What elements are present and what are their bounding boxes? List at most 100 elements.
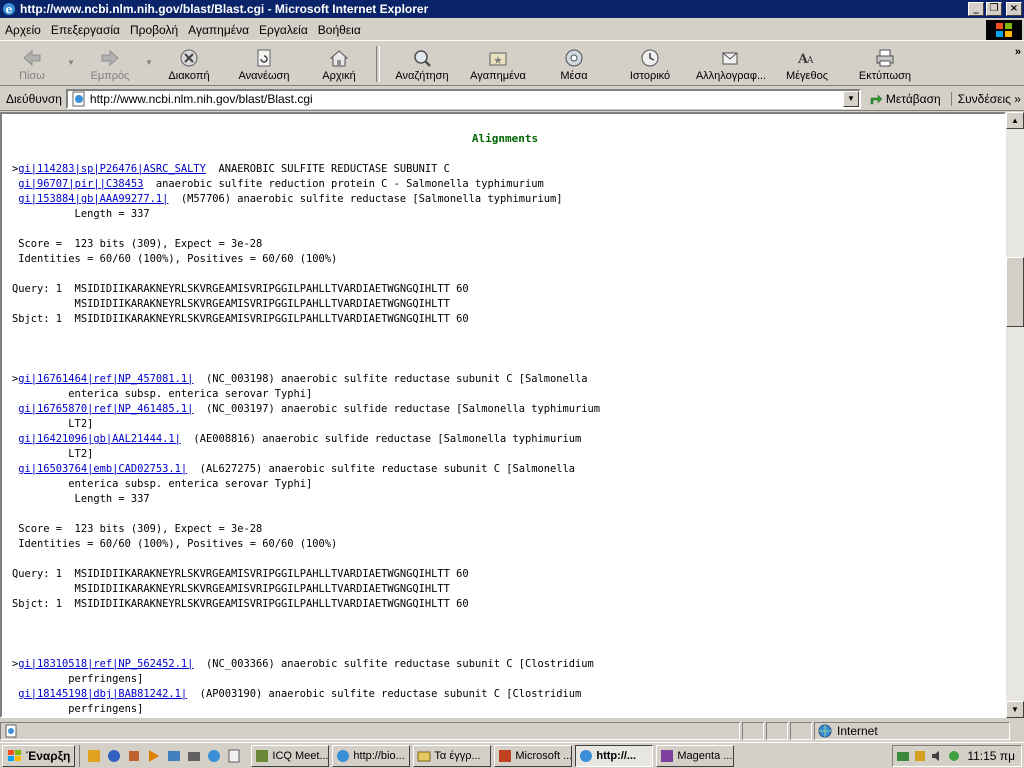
favorites-button[interactable]: Αγαπημένα <box>460 42 536 86</box>
start-button[interactable]: Έναρξη <box>2 744 76 767</box>
hit-link[interactable]: gi|18145198|dbj|BAB81242.1| <box>18 688 187 700</box>
print-button[interactable]: Εκτύπωση <box>840 42 930 86</box>
address-bar: Διεύθυνση http://www.ncbi.nlm.nih.gov/bl… <box>0 87 1024 111</box>
quicklaunch-icon[interactable] <box>106 748 122 764</box>
quicklaunch-icon[interactable] <box>226 748 242 764</box>
taskbar-item[interactable]: http://bio... <box>332 744 411 767</box>
folder-icon <box>417 751 431 761</box>
close-button[interactable]: × <box>1006 2 1022 16</box>
toolbar-chevron-icon[interactable]: » <box>1015 46 1021 58</box>
links-button[interactable]: Συνδέσεις » <box>950 91 1021 106</box>
home-button[interactable]: Αρχική <box>306 42 372 86</box>
hit-link[interactable]: gi|16761464|ref|NP_457081.1| <box>18 373 193 385</box>
menu-favorites[interactable]: Αγαπημένα <box>183 23 254 37</box>
stop-icon <box>180 49 198 67</box>
status-cell <box>742 722 764 740</box>
forward-dropdown-icon[interactable]: ▼ <box>142 42 156 67</box>
address-input[interactable]: http://www.ncbi.nlm.nih.gov/blast/Blast.… <box>65 88 861 109</box>
page-icon <box>72 91 85 106</box>
hit-link[interactable]: gi|96707|pir||C38453 <box>18 178 143 190</box>
text-size-button[interactable]: AA Μέγεθος <box>774 42 840 86</box>
status-bar: Internet <box>0 720 1024 742</box>
mail-button[interactable]: Αλληλογραφ... <box>688 42 774 86</box>
history-button[interactable]: Ιστορικό <box>612 42 688 86</box>
vertical-scrollbar[interactable]: ▲ ▼ <box>1006 112 1024 718</box>
media-icon <box>565 49 583 67</box>
app-icon <box>661 749 674 762</box>
alignment-2: >gi|16761464|ref|NP_457081.1| (NC_003198… <box>12 373 601 610</box>
windows-flag-icon <box>8 749 21 761</box>
quicklaunch-icon[interactable] <box>186 748 202 764</box>
window-title: http://www.ncbi.nlm.nih.gov/blast/Blast.… <box>20 2 429 16</box>
go-button[interactable]: Μετάβαση <box>869 92 941 106</box>
hit-link[interactable]: gi|153884|gb|AAA99277.1| <box>18 193 168 205</box>
toolbar: Πίσω ▼ Εμπρός ▼ Διακοπή Ανανέωση Αρχική … <box>0 42 1024 86</box>
search-button[interactable]: Αναζήτηση <box>384 42 460 86</box>
refresh-button[interactable]: Ανανέωση <box>222 42 306 86</box>
restore-button[interactable]: ❐ <box>986 2 1002 16</box>
status-cell <box>766 722 788 740</box>
back-button[interactable]: Πίσω <box>0 42 64 86</box>
app-icon <box>499 749 512 762</box>
hit-link[interactable]: gi|18310518|ref|NP_562452.1| <box>18 658 193 670</box>
toolbar-separator <box>376 46 380 82</box>
tray-icon[interactable] <box>913 749 927 763</box>
quicklaunch-icon[interactable] <box>86 748 102 764</box>
address-value: http://www.ncbi.nlm.nih.gov/blast/Blast.… <box>89 91 313 106</box>
taskbar-item[interactable]: ICQ Meet... <box>251 744 330 767</box>
menu-tools[interactable]: Εργαλεία <box>254 23 313 37</box>
menu-help[interactable]: Βοήθεια <box>313 23 366 37</box>
system-tray: 11:15 πμ <box>892 745 1022 767</box>
menu-view[interactable]: Προβολή <box>125 23 183 37</box>
svg-text:A: A <box>806 56 814 66</box>
quicklaunch-icon[interactable] <box>166 748 182 764</box>
alignments-heading: Alignments <box>471 132 539 145</box>
scroll-down-icon[interactable]: ▼ <box>1006 701 1024 718</box>
svg-text:e: e <box>6 3 13 16</box>
refresh-icon <box>257 49 271 67</box>
windows-logo-icon <box>986 20 1022 40</box>
menu-bar: Αρχείο Επεξεργασία Προβολή Αγαπημένα Εργ… <box>0 19 1024 41</box>
taskbar-item[interactable]: Microsoft ... <box>494 744 573 767</box>
page-content: Alignments >gi|114283|sp|P26476|ASRC_SAL… <box>0 112 1006 718</box>
hit-link[interactable]: gi|114283|sp|P26476|ASRC_SALTY <box>18 163 206 175</box>
taskbar-item-active[interactable]: http://... <box>575 744 654 767</box>
taskbar-item[interactable]: Τα έγγρ... <box>413 744 492 767</box>
mail-icon <box>722 52 738 65</box>
hit-link[interactable]: gi|16421096|gb|AAL21444.1| <box>18 433 181 445</box>
stop-button[interactable]: Διακοπή <box>156 42 222 86</box>
quick-launch <box>79 744 248 767</box>
quicklaunch-icon[interactable] <box>206 748 222 764</box>
title-bar: e http://www.ncbi.nlm.nih.gov/blast/Blas… <box>0 0 1024 18</box>
volume-icon[interactable] <box>930 749 944 763</box>
forward-button[interactable]: Εμπρός <box>78 42 142 86</box>
menu-file[interactable]: Αρχείο <box>0 23 46 37</box>
media-button[interactable]: Μέσα <box>536 42 612 86</box>
quicklaunch-icon[interactable] <box>126 748 142 764</box>
taskbar-item[interactable]: Magenta ... <box>656 744 735 767</box>
minimize-button[interactable]: _ <box>968 2 984 16</box>
scroll-up-icon[interactable]: ▲ <box>1006 112 1024 129</box>
hit-link[interactable]: gi|16503764|emb|CAD02753.1| <box>18 463 187 475</box>
ie-icon <box>337 749 350 762</box>
hit-link[interactable]: gi|16765870|ref|NP_461485.1| <box>18 403 193 415</box>
page-status-icon <box>5 724 17 738</box>
back-arrow-icon <box>23 49 41 67</box>
address-dropdown-icon[interactable]: ▼ <box>842 90 859 107</box>
ie-icon <box>580 749 593 762</box>
search-icon <box>414 50 431 67</box>
back-dropdown-icon[interactable]: ▼ <box>64 42 78 67</box>
status-message <box>0 722 740 740</box>
app-icon <box>256 749 269 762</box>
ie-icon: e <box>3 3 15 16</box>
status-cell <box>790 722 812 740</box>
menu-edit[interactable]: Επεξεργασία <box>46 23 125 37</box>
tray-flower-icon[interactable] <box>947 749 961 763</box>
alignment-1: >gi|114283|sp|P26476|ASRC_SALTY ANAEROBI… <box>12 163 563 325</box>
scroll-thumb[interactable] <box>1006 257 1024 327</box>
tray-icon[interactable] <box>896 749 910 763</box>
go-arrow-icon <box>870 93 883 104</box>
favorites-folder-icon <box>489 52 507 66</box>
quicklaunch-icon[interactable] <box>146 748 162 764</box>
text-size-icon: AA <box>797 52 814 67</box>
